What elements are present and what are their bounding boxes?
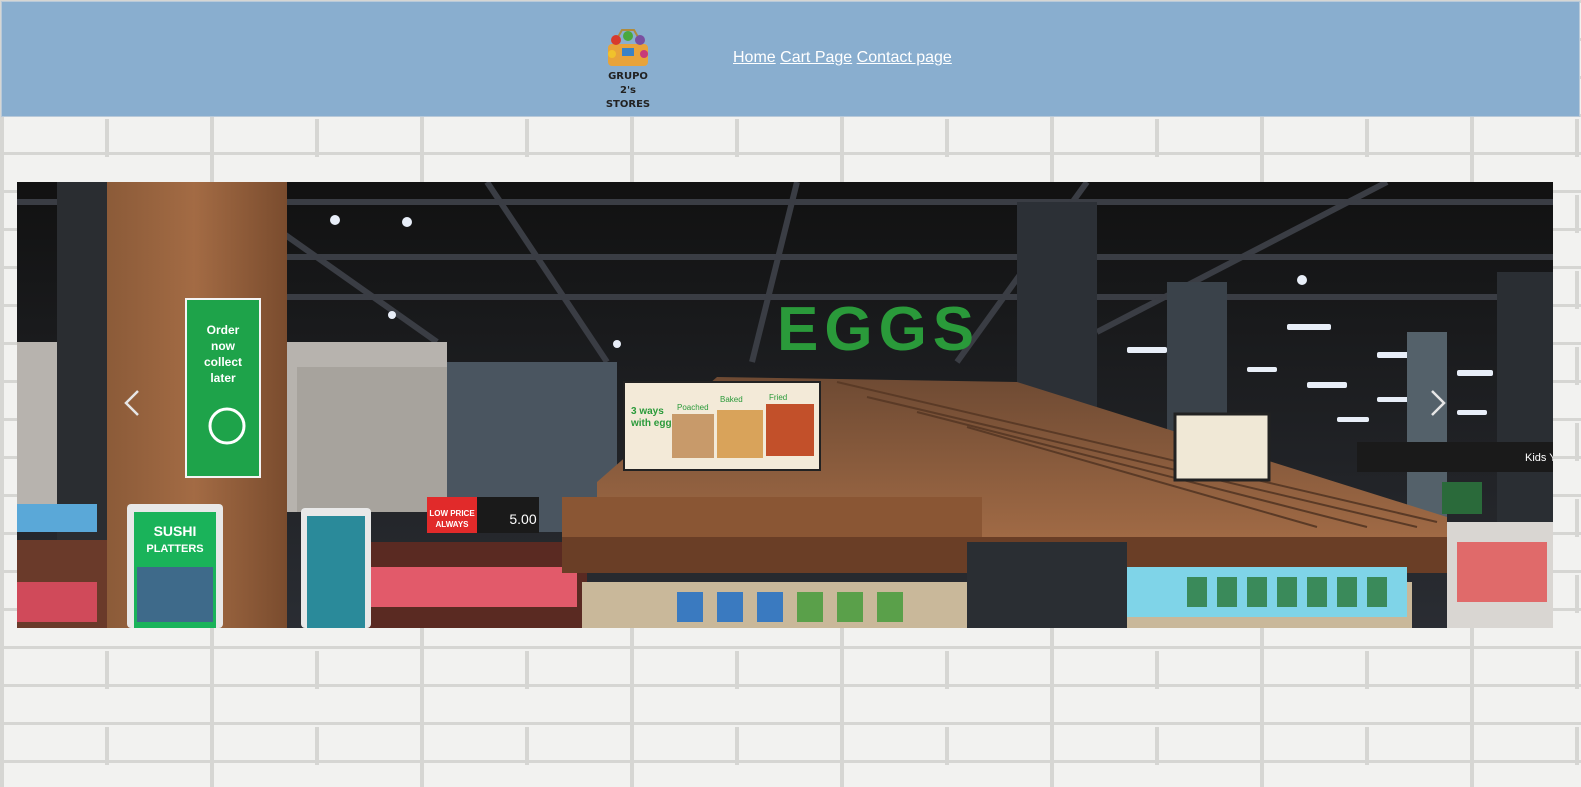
svg-text:Kids Y: Kids Y: [1525, 452, 1553, 464]
svg-text:LOW PRICE: LOW PRICE: [429, 509, 475, 518]
nav-link-cart[interactable]: Cart Page: [780, 49, 852, 66]
supermarket-slide-image: Order now collect later SUSHI PLATTERS L…: [17, 182, 1553, 628]
carousel-next-button[interactable]: [1418, 381, 1458, 425]
svg-text:later: later: [210, 371, 236, 385]
svg-text:collect: collect: [204, 355, 242, 369]
chevron-right-icon: [1431, 390, 1446, 416]
svg-text:Fried: Fried: [769, 393, 787, 402]
svg-text:with eggs: with eggs: [630, 418, 678, 429]
brick-row: [0, 727, 1581, 765]
nav-link-contact[interactable]: Contact page: [857, 49, 952, 66]
hero-carousel: Order now collect later SUSHI PLATTERS L…: [17, 182, 1553, 628]
logo-text: GRUPO 2's STORES: [605, 71, 651, 110]
svg-text:Poached: Poached: [677, 403, 709, 412]
svg-text:SUSHI: SUSHI: [154, 523, 197, 539]
svg-text:EGGS: EGGS: [777, 295, 980, 364]
svg-text:Order: Order: [207, 323, 240, 337]
chevron-left-icon: [124, 390, 139, 416]
svg-text:Baked: Baked: [720, 395, 743, 404]
store-logo[interactable]: GRUPO 2's STORES: [600, 24, 656, 110]
brick-row: [0, 651, 1581, 689]
svg-text:ALWAYS: ALWAYS: [435, 520, 469, 529]
grocery-basket-icon: [608, 29, 648, 66]
svg-text:3 ways: 3 ways: [631, 406, 664, 417]
main-nav: Home Cart Page Contact page: [733, 49, 952, 67]
brick-row: [0, 119, 1581, 157]
nav-link-home[interactable]: Home: [733, 49, 776, 66]
site-header: GRUPO 2's STORES Home Cart Page Contact …: [1, 1, 1580, 117]
svg-text:now: now: [211, 339, 236, 353]
svg-text:5.00: 5.00: [509, 511, 536, 527]
svg-text:PLATTERS: PLATTERS: [146, 543, 203, 555]
carousel-prev-button[interactable]: [112, 381, 152, 425]
